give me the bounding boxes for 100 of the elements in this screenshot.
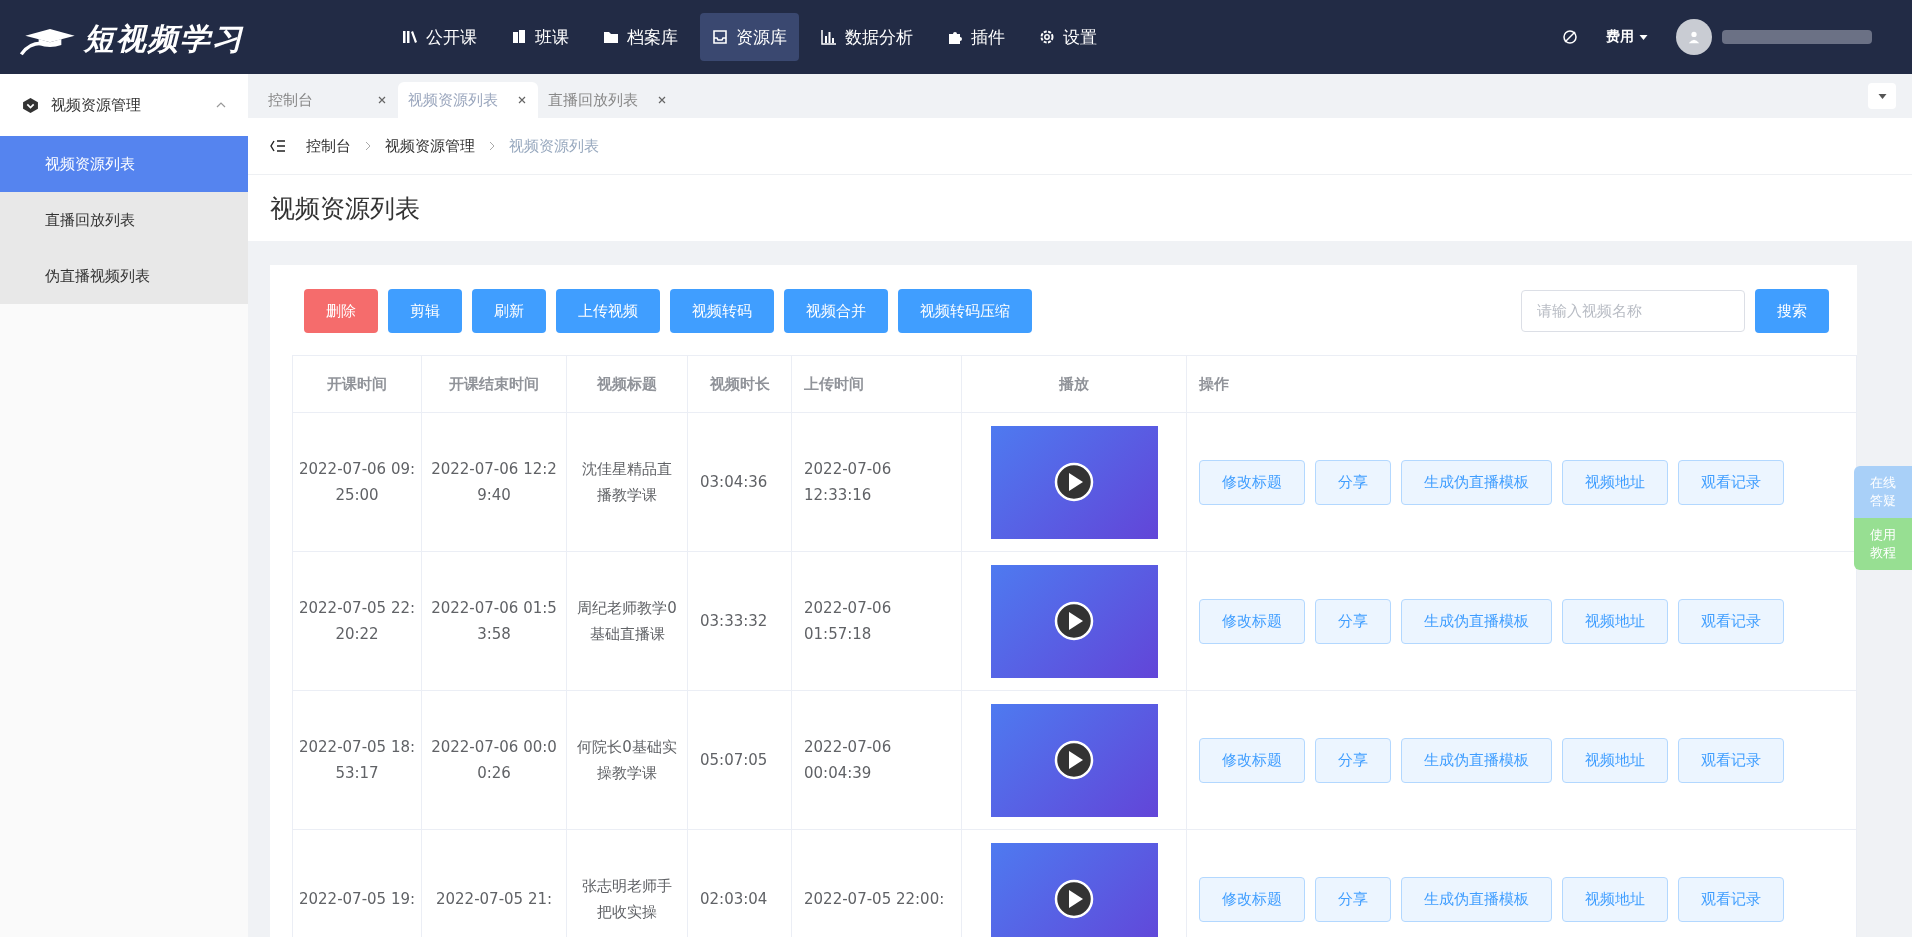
tab-menu-button[interactable] — [1868, 83, 1896, 109]
toolbar-button[interactable]: 删除 — [304, 289, 378, 333]
play-icon[interactable] — [1054, 740, 1094, 780]
floating-help-button[interactable]: 使用教程 — [1854, 518, 1912, 570]
breadcrumb-link[interactable]: 视频资源管理 — [385, 136, 475, 156]
column-header: 开课结束时间 — [421, 355, 567, 413]
settings-icon — [1039, 29, 1055, 45]
table-cell: 周纪老师教学0基础直播课 — [566, 551, 688, 691]
close-icon[interactable] — [378, 96, 386, 104]
breadcrumb-separator-icon — [489, 141, 495, 151]
search-button[interactable]: 搜索 — [1755, 289, 1829, 333]
box-icon — [22, 96, 39, 114]
collapse-menu-icon[interactable] — [270, 140, 286, 152]
page-title: 视频资源列表 — [270, 192, 420, 225]
close-icon[interactable] — [518, 96, 526, 104]
table-cell: 2022-07-06 09:25:00 — [292, 412, 422, 552]
table-cell: 2022-07-05 18:53:17 — [292, 690, 422, 830]
action-button[interactable]: 修改标题 — [1199, 459, 1305, 505]
action-button[interactable]: 视频地址 — [1562, 459, 1668, 505]
action-button[interactable]: 视频地址 — [1562, 737, 1668, 783]
table-cell: 2022-07-06 00:00:26 — [421, 690, 567, 830]
caret-icon — [1877, 93, 1887, 99]
table-cell: 03:04:36 — [687, 412, 792, 552]
search-field[interactable]: 请输入视频名称 — [1521, 290, 1745, 332]
play-icon[interactable] — [1054, 879, 1094, 919]
nav-item[interactable]: 公开课 — [390, 13, 489, 61]
toolbar-button[interactable]: 视频合并 — [784, 289, 888, 333]
nav-item[interactable]: 插件 — [935, 13, 1017, 61]
nav-item[interactable]: 档案库 — [591, 13, 690, 61]
toolbar-button[interactable]: 剪辑 — [388, 289, 462, 333]
toolbar-button[interactable]: 上传视频 — [556, 289, 660, 333]
column-header: 操作 — [1186, 355, 1857, 413]
close-icon[interactable] — [658, 96, 666, 104]
action-button[interactable]: 观看记录 — [1678, 876, 1784, 922]
action-button[interactable]: 修改标题 — [1199, 737, 1305, 783]
action-button[interactable]: 生成伪直播模板 — [1401, 876, 1552, 922]
table-cell: 沈佳星精品直播教学课 — [566, 412, 688, 552]
folder-icon — [603, 29, 619, 45]
column-header: 上传时间 — [791, 355, 962, 413]
sidebar-item[interactable]: 直播回放列表 — [0, 192, 248, 248]
action-button[interactable]: 分享 — [1315, 737, 1391, 783]
action-button[interactable]: 分享 — [1315, 598, 1391, 644]
table-cell: 2022-07-06 12:33:16 — [791, 412, 962, 552]
play-icon[interactable] — [1054, 601, 1094, 641]
action-button[interactable]: 生成伪直播模板 — [1401, 598, 1552, 644]
tab[interactable]: 直播回放列表 — [538, 82, 678, 118]
action-button[interactable]: 生成伪直播模板 — [1401, 737, 1552, 783]
table-cell: 2022-07-06 00:04:39 — [791, 690, 962, 830]
building-icon — [511, 29, 527, 45]
sidebar-item[interactable]: 视频资源列表 — [0, 136, 248, 192]
video-thumbnail-placeholder[interactable] — [990, 425, 1158, 539]
table-cell: 2022-07-06 12:29:40 — [421, 412, 567, 552]
tab[interactable]: 视频资源列表 — [398, 82, 538, 118]
nav-item[interactable]: 资源库 — [700, 13, 799, 61]
video-thumbnail-placeholder[interactable] — [990, 703, 1158, 817]
caret-icon — [1639, 34, 1648, 40]
nav-item[interactable]: 设置 — [1027, 13, 1109, 61]
column-header: 视频时长 — [687, 355, 792, 413]
action-button[interactable]: 修改标题 — [1199, 598, 1305, 644]
column-header: 开课时间 — [292, 355, 422, 413]
video-thumbnail-placeholder[interactable] — [990, 842, 1158, 937]
nav-item[interactable]: 数据分析 — [809, 13, 925, 61]
action-button[interactable]: 视频地址 — [1562, 598, 1668, 644]
action-button[interactable]: 生成伪直播模板 — [1401, 459, 1552, 505]
sidebar-group[interactable]: 视频资源管理 — [0, 74, 248, 136]
toolbar-button[interactable]: 刷新 — [472, 289, 546, 333]
play-icon[interactable] — [1054, 462, 1094, 502]
puzzle-icon — [947, 29, 963, 45]
table-cell: 03:33:32 — [687, 551, 792, 691]
breadcrumb-link[interactable]: 视频资源列表 — [509, 136, 599, 156]
bar-chart-icon — [821, 29, 837, 45]
table-cell: 2022-07-06 01:57:18 — [791, 551, 962, 691]
action-button[interactable]: 观看记录 — [1678, 737, 1784, 783]
table-cell: 何院长0基础实操教学课 — [566, 690, 688, 830]
action-button[interactable]: 分享 — [1315, 459, 1391, 505]
action-button[interactable]: 修改标题 — [1199, 876, 1305, 922]
breadcrumb-separator-icon — [365, 141, 371, 151]
tab[interactable]: 控制台 — [258, 82, 398, 118]
action-button[interactable]: 分享 — [1315, 876, 1391, 922]
fee-dropdown[interactable]: 费用 — [1606, 28, 1648, 46]
table-cell: 05:07:05 — [687, 690, 792, 830]
books-icon — [402, 29, 418, 45]
breadcrumb-link[interactable]: 控制台 — [306, 136, 351, 156]
action-button[interactable]: 观看记录 — [1678, 598, 1784, 644]
toolbar-button[interactable]: 视频转码 — [670, 289, 774, 333]
table-cell: 2022-07-06 01:53:58 — [421, 551, 567, 691]
avatar-icon[interactable] — [1676, 19, 1712, 55]
column-header: 视频标题 — [566, 355, 688, 413]
inbox-icon — [712, 29, 728, 45]
toolbar-button[interactable]: 视频转码压缩 — [898, 289, 1032, 333]
logo-text: 短视频学习 — [84, 19, 244, 58]
column-header: 播放 — [961, 355, 1187, 413]
nav-item[interactable]: 班课 — [499, 13, 581, 61]
action-button[interactable]: 视频地址 — [1562, 876, 1668, 922]
floating-help-button[interactable]: 在线答疑 — [1854, 466, 1912, 518]
sidebar-item[interactable]: 伪直播视频列表 — [0, 248, 248, 304]
table-cell: 2022-07-05 19: — [292, 829, 422, 937]
action-button[interactable]: 观看记录 — [1678, 459, 1784, 505]
table-cell: 2022-07-05 22:20:22 — [292, 551, 422, 691]
video-thumbnail-placeholder[interactable] — [990, 564, 1158, 678]
